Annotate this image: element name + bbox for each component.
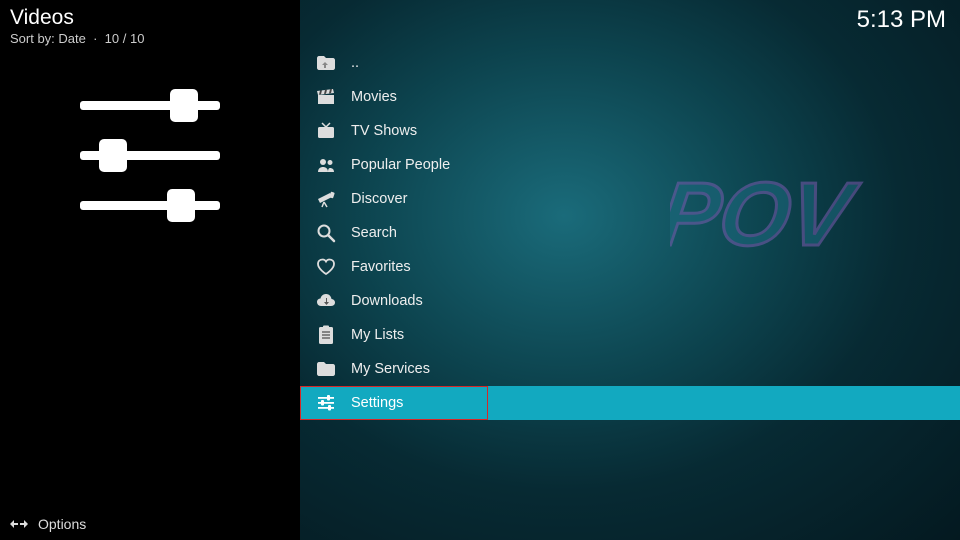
menu-label: Discover [351, 191, 407, 207]
search-icon [315, 222, 337, 244]
footer[interactable]: Options [10, 516, 86, 532]
menu-label: TV Shows [351, 123, 417, 139]
page-subtitle: Sort by: Date · 10 / 10 [10, 31, 950, 46]
people-icon [315, 154, 337, 176]
menu-item-settings[interactable]: Settings [300, 386, 960, 420]
settings-icon [315, 392, 337, 414]
menu-label: .. [351, 55, 359, 71]
menu-item-favorites[interactable]: Favorites [300, 250, 960, 284]
list-icon [315, 324, 337, 346]
telescope-icon [315, 188, 337, 210]
clapper-icon [315, 86, 337, 108]
menu-item-up[interactable]: .. [300, 46, 960, 80]
heart-icon [315, 256, 337, 278]
folder-icon [315, 358, 337, 380]
menu-label: Popular People [351, 157, 450, 173]
menu-item-myservices[interactable]: My Services [300, 352, 960, 386]
menu-label: Search [351, 225, 397, 241]
menu-label: Favorites [351, 259, 411, 275]
menu-label: Movies [351, 89, 397, 105]
options-label: Options [38, 516, 86, 532]
folder-up-icon [315, 52, 337, 74]
menu-item-people[interactable]: Popular People [300, 148, 960, 182]
menu-item-mylists[interactable]: My Lists [300, 318, 960, 352]
sidebar [0, 0, 300, 540]
main-menu: .. Movies TV Shows Popular People Discov… [300, 46, 960, 420]
page-title: Videos [10, 6, 950, 30]
menu-item-search[interactable]: Search [300, 216, 960, 250]
sliders-icon [75, 85, 225, 225]
clock: 5:13 PM [857, 6, 946, 34]
menu-label: My Services [351, 361, 430, 377]
menu-item-movies[interactable]: Movies [300, 80, 960, 114]
menu-label: My Lists [351, 327, 404, 343]
menu-label: Settings [351, 395, 403, 411]
menu-item-downloads[interactable]: Downloads [300, 284, 960, 318]
cloud-download-icon [315, 290, 337, 312]
menu-item-discover[interactable]: Discover [300, 182, 960, 216]
menu-label: Downloads [351, 293, 423, 309]
header: Videos Sort by: Date · 10 / 10 [10, 6, 950, 46]
options-icon [10, 517, 28, 531]
tv-icon [315, 120, 337, 142]
menu-item-tvshows[interactable]: TV Shows [300, 114, 960, 148]
